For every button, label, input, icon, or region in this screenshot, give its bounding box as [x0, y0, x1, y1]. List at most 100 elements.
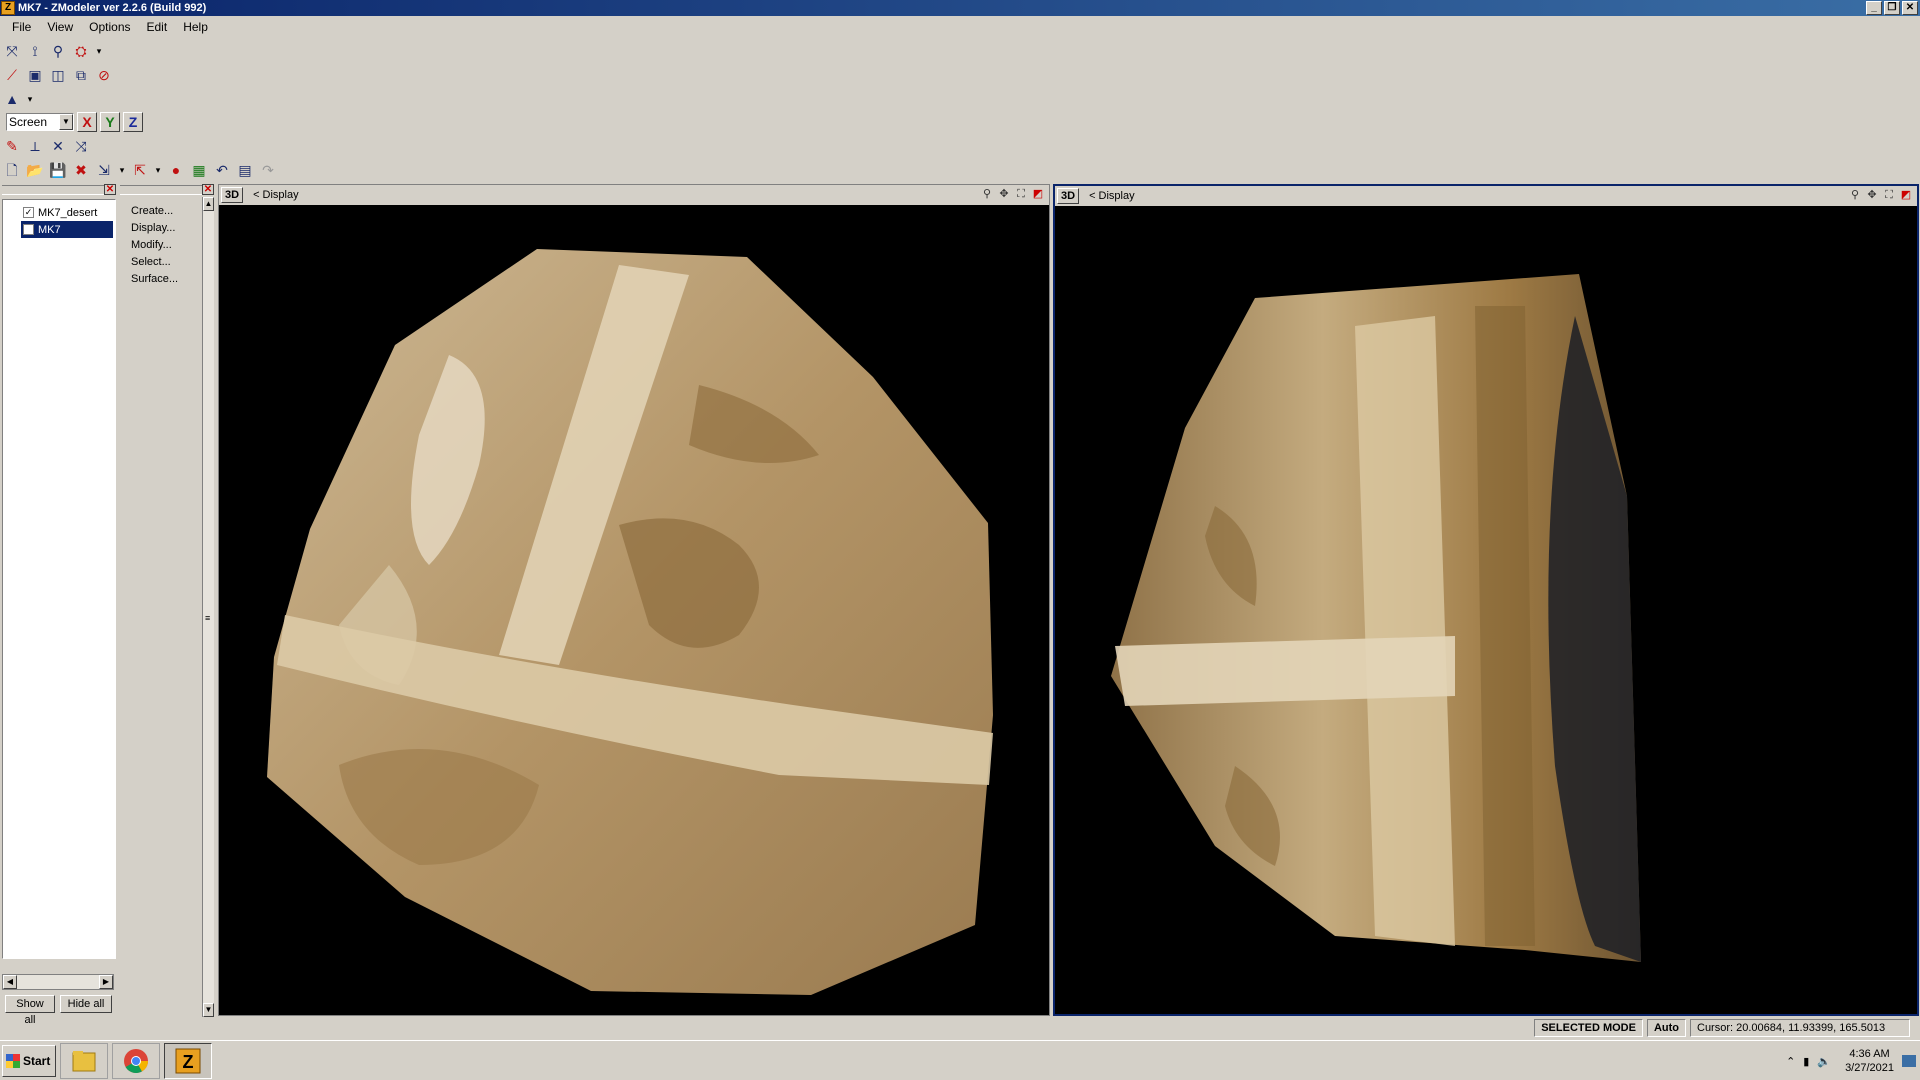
taskbar-zmodeler[interactable]: Z	[164, 1042, 212, 1079]
taskbar-chrome[interactable]	[112, 1042, 160, 1079]
chevron-down-icon[interactable]: ▼	[59, 114, 73, 130]
scroll-right-icon[interactable]: ▶	[99, 975, 113, 989]
tree-item-mk7-desert[interactable]: ✓ MK7_desert	[21, 204, 113, 221]
zoom-icon[interactable]: ⚲	[1848, 188, 1862, 202]
hide-all-button[interactable]: Hide all	[60, 995, 112, 1013]
scroll-left-icon[interactable]: ◀	[3, 975, 17, 989]
viewport-toolbar: 3D < Display ⚲ ✥ ⛶ ◩	[1055, 186, 1917, 206]
create-cylinder-icon[interactable]: ◫	[48, 65, 68, 85]
tree-item-mk7[interactable]: MK7	[21, 221, 113, 238]
axis-y-toggle[interactable]: Y	[100, 112, 120, 132]
menu-file[interactable]: File	[4, 18, 39, 36]
record-icon[interactable]: ●	[166, 160, 186, 180]
viewport-left[interactable]: 3D < Display ⚲ ✥ ⛶ ◩	[218, 184, 1050, 1016]
new-file-icon[interactable]: 🗋	[2, 160, 22, 180]
select-vertex-icon[interactable]: ⤧	[2, 41, 22, 61]
command-select[interactable]: Select...	[120, 254, 214, 271]
coord-system-select[interactable]: Screen ▼	[6, 113, 74, 131]
horizontal-scrollbar[interactable]: ◀ ▶	[2, 974, 114, 990]
close-icon[interactable]: ✕	[202, 184, 214, 195]
coord-system-value: Screen	[9, 115, 48, 129]
checkbox-icon[interactable]	[23, 224, 34, 235]
command-surface[interactable]: Surface...	[120, 271, 214, 288]
command-display[interactable]: Display...	[120, 220, 214, 237]
show-desktop-icon[interactable]	[1902, 1055, 1916, 1067]
scroll-up-icon[interactable]: ▲	[203, 197, 214, 211]
windows-logo-icon	[6, 1053, 20, 1068]
menu-help[interactable]: Help	[175, 18, 216, 36]
status-bar: SELECTED MODE Auto Cursor: 20.00684, 11.…	[0, 1018, 1920, 1038]
fit-view-icon[interactable]: ⛶	[1882, 188, 1896, 202]
pan-icon[interactable]: ✥	[1865, 188, 1879, 202]
restore-button[interactable]: ❐	[1884, 1, 1900, 15]
dropdown-arrow-icon[interactable]: ▾	[94, 41, 104, 61]
create-box-icon[interactable]: ▣	[25, 65, 45, 85]
open-folder-icon[interactable]: 📂	[25, 160, 45, 180]
move-arrow-icon[interactable]: ▲	[2, 89, 22, 109]
chrome-icon	[124, 1048, 148, 1073]
viewport-mode-3d[interactable]: 3D	[1057, 188, 1080, 204]
dropdown-arrow-icon[interactable]: ▾	[117, 160, 127, 180]
viewport-display-menu[interactable]: < Display	[1089, 190, 1135, 202]
axis-x-toggle[interactable]: X	[77, 112, 97, 132]
toolbar-modify: ✎ ⟂ ✕ ⤨	[2, 135, 91, 157]
scale-icon[interactable]: ✕	[48, 136, 68, 156]
command-create[interactable]: Create...	[120, 203, 214, 220]
viewport-mode-3d[interactable]: 3D	[221, 187, 244, 203]
zoom-icon[interactable]: ⚲	[980, 187, 994, 201]
menu-view[interactable]: View	[39, 18, 81, 36]
taskbar-explorer[interactable]	[60, 1042, 108, 1079]
axis-z-toggle[interactable]: Z	[123, 112, 143, 132]
create-cube-icon[interactable]: ⧉	[71, 65, 91, 85]
select-group-icon[interactable]: ⛭	[71, 41, 91, 61]
panel-header: ✕	[120, 184, 214, 195]
splitter-grip-icon[interactable]: ≡	[205, 613, 210, 623]
viewport-right[interactable]: 3D < Display ⚲ ✥ ⛶ ◩	[1053, 184, 1919, 1016]
status-cursor-coords: Cursor: 20.00684, 11.93399, 165.5013	[1690, 1019, 1910, 1037]
start-button[interactable]: Start	[2, 1044, 56, 1077]
materials-icon[interactable]: ▦	[189, 160, 209, 180]
select-object-icon[interactable]: ⚲	[48, 41, 68, 61]
close-button[interactable]: ✕	[1902, 1, 1918, 15]
maximize-viewport-icon[interactable]: ◩	[1899, 188, 1913, 202]
toolbar-file: 🗋 📂 💾 ✖ ⇲ ▾ ⇱ ▾ ● ▦ ↶ ▤ ↷	[2, 159, 278, 181]
title-bar: Z MK7 - ZModeler ver 2.2.6 (Build 992) _…	[0, 0, 1920, 16]
network-icon[interactable]: ▮	[1803, 1055, 1809, 1068]
redo-icon[interactable]: ↷	[258, 160, 278, 180]
paint-icon[interactable]: ✎	[2, 136, 22, 156]
close-icon[interactable]: ✕	[104, 184, 116, 195]
menu-options[interactable]: Options	[81, 18, 138, 36]
tray-expand-icon[interactable]: ⌃	[1786, 1055, 1795, 1068]
show-all-button[interactable]: Show all	[5, 995, 55, 1026]
command-modify[interactable]: Modify...	[120, 237, 214, 254]
save-icon[interactable]: 💾	[48, 160, 68, 180]
dropdown-arrow-icon[interactable]: ▾	[153, 160, 163, 180]
volume-icon[interactable]: 🔈	[1817, 1055, 1831, 1068]
select-face-icon[interactable]: ⟟	[25, 41, 45, 61]
mirror-icon[interactable]: ⟂	[25, 136, 45, 156]
fit-view-icon[interactable]: ⛶	[1014, 187, 1028, 201]
viewport-display-menu[interactable]: < Display	[253, 189, 299, 201]
maximize-viewport-icon[interactable]: ◩	[1031, 187, 1045, 201]
properties-icon[interactable]: ▤	[235, 160, 255, 180]
undo-icon[interactable]: ↶	[212, 160, 232, 180]
close-file-icon[interactable]: ✖	[71, 160, 91, 180]
create-line-icon[interactable]: ⟋	[2, 65, 22, 85]
minimize-button[interactable]: _	[1866, 1, 1882, 15]
app-icon: Z	[1, 1, 15, 15]
import-icon[interactable]: ⇲	[94, 160, 114, 180]
dropdown-arrow-icon[interactable]: ▾	[25, 89, 35, 109]
checkbox-icon[interactable]: ✓	[23, 207, 34, 218]
clock[interactable]: 4:36 AM 3/27/2021	[1845, 1047, 1894, 1075]
menu-edit[interactable]: Edit	[139, 18, 176, 36]
helmet-render-side[interactable]	[1055, 206, 1917, 1016]
helmet-render-perspective[interactable]	[219, 205, 1047, 1015]
rotate-icon[interactable]: ⤨	[71, 136, 91, 156]
scroll-down-icon[interactable]: ▼	[203, 1003, 214, 1017]
delete-object-icon[interactable]: ⊘	[94, 65, 114, 85]
pan-icon[interactable]: ✥	[997, 187, 1011, 201]
vertical-scrollbar[interactable]: ▲ ≡ ▼	[202, 197, 214, 1017]
toolbar-create: ⟋ ▣ ◫ ⧉ ⊘	[2, 64, 114, 86]
toolbar-axes: Screen ▼ X Y Z	[6, 111, 143, 133]
export-icon[interactable]: ⇱	[130, 160, 150, 180]
